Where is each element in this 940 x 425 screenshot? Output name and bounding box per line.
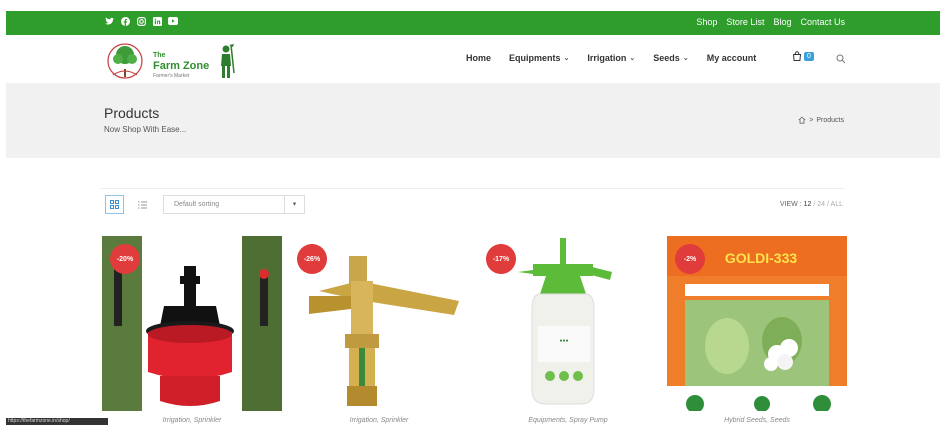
view-12-link[interactable]: 12 [804,201,812,208]
top-link-store-list[interactable]: Store List [726,17,764,27]
search-icon [836,54,846,64]
view-sep-1: / [813,201,816,208]
product-card[interactable]: ●●● -17% [478,236,658,411]
page-header: Products Now Shop With Ease... > Product… [6,83,940,158]
list-icon [138,201,147,208]
product-category[interactable]: Irrigation, Sprinkler [102,417,282,424]
nav-equipments-label: Equipments [509,53,561,63]
cart-button[interactable]: 0 [792,51,814,61]
browser-status-bar: https://thefarmzone.in/shop/ [6,418,108,425]
main-nav: Home Equipments ⌄ Irrigation ⌄ Seeds ⌄ My a… [466,53,774,63]
per-page-view: VIEW : 12 / 24 / ALL [780,201,843,208]
site-header: The Farm Zone Farmer's Market Home Equip… [0,35,940,83]
cart-count-badge: 0 [804,51,814,61]
chevron-down-icon: ▾ [284,196,304,213]
nav-seeds-label: Seeds [653,53,680,63]
bag-icon [792,51,802,61]
grid-view-button[interactable] [105,195,124,214]
product-card[interactable]: -26% [289,236,469,411]
nav-my-account[interactable]: My account [707,53,757,63]
site-logo[interactable]: The Farm Zone Farmer's Market [105,39,240,83]
view-all-link[interactable]: ALL [831,201,843,208]
packet-title: GOLDI-333 [725,250,798,266]
logo-tree-icon [107,43,143,79]
nav-equipments[interactable]: Equipments ⌄ [509,53,569,63]
product-card[interactable]: GOLDI-333 -2% [667,236,847,411]
logo-line-3: Farmer's Market [153,73,190,79]
product-category[interactable]: Hybrid Seeds, Seeds [667,417,847,424]
chevron-down-icon: ⌄ [563,55,570,62]
page-title: Products [104,105,160,121]
social-links [104,16,178,26]
breadcrumb: > Products [798,116,844,124]
logo-line-2: Farm Zone [153,60,210,72]
top-link-shop[interactable]: Shop [696,17,717,27]
view-24-link[interactable]: 24 [817,201,825,208]
shop-toolbar: Default sorting ▾ VIEW : 12 / 24 / ALL [100,188,845,218]
top-bar: Shop Store List Blog Contact Us [6,11,940,35]
product-category[interactable]: Irrigation, Sprinkler [289,417,469,424]
breadcrumb-separator: > [809,116,814,124]
sort-select[interactable]: Default sorting ▾ [163,195,305,214]
linkedin-icon[interactable] [152,16,162,26]
sale-badge: -2% [675,244,705,274]
youtube-icon[interactable] [168,16,178,26]
view-sep-2: / [827,201,829,208]
farmer-icon [221,44,235,78]
facebook-icon[interactable] [120,16,130,26]
view-label: VIEW : [779,201,802,208]
instagram-icon[interactable] [136,16,146,26]
nav-seeds[interactable]: Seeds ⌄ [653,53,688,63]
list-view-button[interactable] [133,195,152,214]
product-category[interactable]: Equipments, Spray Pump [478,417,658,424]
top-link-blog[interactable]: Blog [773,17,791,27]
home-icon[interactable] [798,116,806,124]
page-subtitle: Now Shop With Ease... [104,125,187,134]
twitter-icon[interactable] [104,16,114,26]
nav-irrigation[interactable]: Irrigation ⌄ [587,53,635,63]
svg-text:●●●: ●●● [559,338,568,344]
search-button[interactable] [836,51,846,69]
nav-irrigation-label: Irrigation [587,53,627,63]
sale-badge: -20% [110,244,140,274]
logo-text: The Farm Zone Farmer's Market [153,51,209,81]
nav-home[interactable]: Home [466,53,491,63]
chevron-down-icon: ⌄ [629,55,636,62]
sale-badge: -17% [486,244,516,274]
top-link-contact-us[interactable]: Contact Us [800,17,845,27]
chevron-down-icon: ⌄ [682,55,689,62]
breadcrumb-current: Products [816,116,844,124]
grid-icon [110,200,119,209]
nav-my-account-label: My account [706,53,757,63]
sort-select-value: Default sorting [174,201,220,208]
product-card[interactable]: -20% [102,236,282,411]
sale-badge: -26% [297,244,327,274]
top-links: Shop Store List Blog Contact Us [696,17,845,27]
nav-home-label: Home [466,53,492,63]
